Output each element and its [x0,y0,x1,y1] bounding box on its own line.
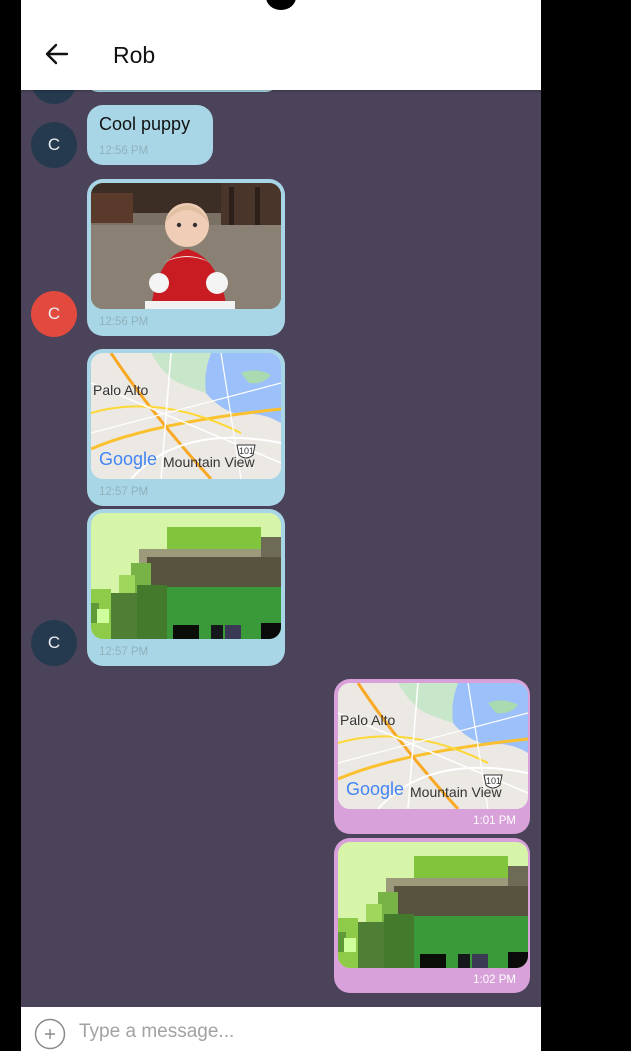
camera-cutout [266,0,296,10]
message-bubble[interactable]: Cool puppy 12:56 PM [87,105,213,165]
contact-avatar[interactable]: C [31,620,77,666]
map-label-city: Palo Alto [93,382,148,398]
phone-screen: C Cool puppy 12:56 PM C 12:56 PM Palo Al… [21,0,541,1051]
contact-avatar[interactable]: C [31,122,77,168]
add-attachment-icon[interactable] [34,1018,66,1050]
avatar[interactable] [31,90,77,104]
message-composer [21,1007,541,1051]
avatar-initial: C [47,633,61,652]
partial-message-bubble[interactable] [87,90,277,92]
google-logo: Google [346,779,404,799]
google-logo: Google [99,449,157,469]
map-label-highway: 101 [486,776,501,786]
app-bar: Rob [21,0,541,90]
message-bubble[interactable]: 12:57 PM [87,509,285,666]
message-bubble[interactable]: 12:56 PM [87,179,285,336]
message-time: 1:02 PM [473,974,516,986]
message-bubble-outgoing[interactable]: 1:02 PM [334,838,530,993]
status-bar [21,0,541,14]
message-bubble-outgoing[interactable]: Palo Alto Mountain View 101 Google 1:01 … [334,679,530,834]
pixel-image[interactable] [91,513,281,639]
avatar-initial: C [47,135,61,154]
back-arrow-icon[interactable] [41,38,73,70]
avatar-initial: C [47,304,61,323]
contact-avatar[interactable]: C [31,291,77,337]
map-label-highway: 101 [239,446,254,456]
message-bubble[interactable]: Palo Alto Mountain View 101 Google 12:57… [87,349,285,506]
map-image[interactable]: Palo Alto Mountain View 101 Google [91,353,281,479]
message-time: 12:57 PM [99,486,149,498]
message-time: 12:57 PM [99,646,149,658]
message-time: 12:56 PM [99,145,149,157]
message-time: 1:01 PM [473,815,516,827]
message-list[interactable]: C Cool puppy 12:56 PM C 12:56 PM Palo Al… [21,90,541,1007]
message-input[interactable] [79,1015,519,1049]
conversation-title: Rob [113,42,156,68]
pixel-image[interactable] [338,842,528,968]
message-text: Cool puppy [99,114,191,134]
photo-image[interactable] [91,183,281,309]
map-image[interactable]: Palo Alto Mountain View 101 Google [338,683,528,809]
map-label-city: Palo Alto [340,712,395,728]
message-time: 12:56 PM [99,316,149,328]
